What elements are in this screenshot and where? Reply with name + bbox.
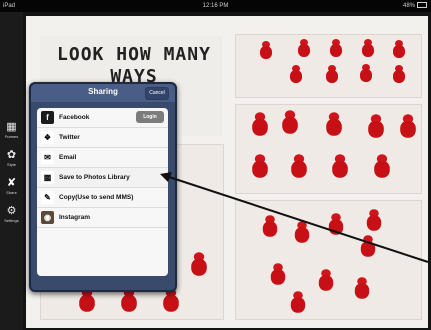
share-option-label: Email	[59, 154, 77, 161]
share-option-label: Facebook	[59, 114, 90, 121]
share-option-label: Instagram	[59, 214, 91, 221]
popover-header: Sharing Cancel	[31, 84, 175, 102]
twitter-icon: ❖	[41, 131, 54, 144]
grid-icon: ▦	[6, 121, 17, 133]
photo-top-right[interactable]	[235, 34, 422, 98]
cancel-button[interactable]: Cancel	[145, 87, 169, 100]
gummy-bear	[250, 112, 271, 136]
gummy-bear	[364, 209, 383, 231]
photo-middle-right[interactable]	[235, 104, 422, 194]
palette-icon: ✿	[6, 149, 17, 161]
share-icon: ✘	[6, 177, 17, 189]
battery-percent: 48%	[402, 3, 415, 9]
share-copy[interactable]: ✎ Copy(Use to send MMS)	[37, 188, 168, 208]
copy-icon: ✎	[41, 191, 54, 204]
facebook-icon: f	[41, 111, 54, 124]
share-options-list: f Facebook Login ❖ Twitter ✉ Email ▩ Sav…	[37, 108, 168, 276]
share-option-label: Save to Photos Library	[59, 174, 130, 181]
share-option-label: Copy(Use to send MMS)	[59, 194, 134, 201]
gummy-bear	[391, 40, 407, 58]
share-twitter[interactable]: ❖ Twitter	[37, 128, 168, 148]
gear-icon: ⚙	[6, 205, 17, 217]
instagram-icon: ◉	[41, 211, 54, 224]
folder-icon: ▩	[41, 171, 54, 184]
email-icon: ✉	[41, 151, 54, 164]
status-bar: iPad 12:16 PM 48%	[0, 0, 431, 12]
sidebar-item-label: Settings	[4, 218, 19, 223]
battery-icon	[417, 2, 427, 9]
gummy-bear	[288, 291, 307, 313]
gummy-bear	[366, 114, 387, 138]
gummy-bear	[372, 154, 393, 178]
facebook-login-button[interactable]: Login	[136, 111, 164, 123]
sidebar-item-frames[interactable]: ▦ Frames	[0, 121, 23, 140]
sidebar-item-share[interactable]: ✘ Share	[0, 177, 23, 196]
share-save-photos[interactable]: ▩ Save to Photos Library	[37, 168, 168, 188]
sidebar-item-settings[interactable]: ⚙ Settings	[0, 205, 23, 224]
gummy-bear	[289, 154, 310, 178]
gummy-bear	[358, 235, 377, 257]
battery-indicator: 48%	[403, 0, 427, 12]
gummy-bear	[296, 39, 312, 57]
share-option-label: Twitter	[59, 134, 80, 141]
gummy-bear	[358, 64, 374, 82]
gummy-bear	[391, 65, 407, 83]
gummy-bear	[292, 221, 311, 243]
share-facebook[interactable]: f Facebook Login	[37, 108, 168, 128]
gummy-bear	[360, 39, 376, 57]
gummy-bear	[324, 65, 340, 83]
gummy-bear	[316, 269, 335, 291]
sidebar-item-label: Frames	[4, 134, 19, 139]
sidebar-item-label: Style	[7, 162, 16, 167]
clock: 12:16 PM	[202, 3, 229, 9]
gummy-bear	[352, 277, 371, 299]
gummy-bear	[258, 41, 274, 59]
share-email[interactable]: ✉ Email	[37, 148, 168, 168]
sidebar: ▦ Frames ✿ Style ✘ Share ⚙ Settings	[0, 12, 23, 330]
sidebar-item-label: Share	[6, 190, 17, 195]
gummy-bear	[330, 154, 351, 178]
gummy-bear	[268, 263, 287, 285]
gummy-bear	[324, 112, 345, 136]
sharing-popover: Sharing Cancel f Facebook Login ❖ Twitte…	[29, 82, 177, 292]
gummy-bear	[189, 252, 210, 276]
gummy-bear	[250, 154, 271, 178]
gummy-bear	[328, 39, 344, 57]
sidebar-item-style[interactable]: ✿ Style	[0, 149, 23, 168]
gummy-bear	[326, 213, 345, 235]
gummy-bear	[288, 65, 304, 83]
gummy-bear	[398, 114, 419, 138]
gummy-bear	[260, 215, 279, 237]
gummy-bear	[280, 110, 301, 134]
share-instagram[interactable]: ◉ Instagram	[37, 208, 168, 228]
photo-bottom-right[interactable]	[235, 200, 422, 320]
